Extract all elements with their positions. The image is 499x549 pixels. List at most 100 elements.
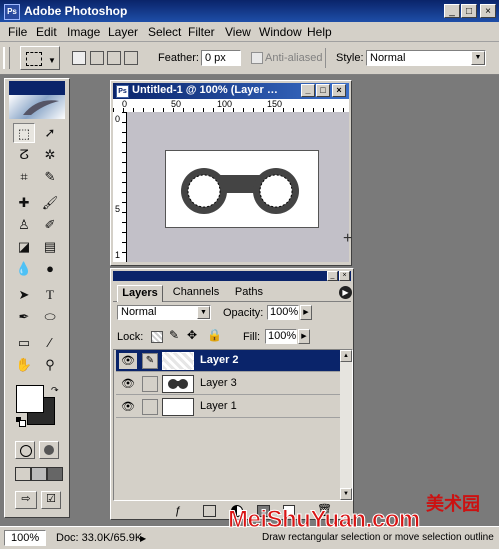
fill-slider-arrow-icon[interactable]: ▶	[298, 329, 310, 344]
quick-mask-mode-icon[interactable]	[39, 441, 59, 459]
fill-input[interactable]: 100%	[265, 329, 297, 344]
menu-file[interactable]: File	[8, 25, 27, 39]
standard-mode-icon[interactable]	[15, 441, 35, 459]
layer-row[interactable]: 👁 ✎ Layer 2	[116, 350, 342, 372]
checkbox-icon[interactable]: ☑	[41, 491, 61, 509]
toolbox-title-bar[interactable]	[9, 81, 65, 95]
menu-filter[interactable]: Filter	[188, 25, 215, 39]
pen-tool-icon[interactable]: ✒	[13, 307, 35, 327]
gradient-tool-icon[interactable]: ▤	[39, 237, 61, 257]
eyedropper-tool-icon[interactable]: ⁄	[39, 333, 61, 353]
layer-name[interactable]: Layer 3	[200, 377, 237, 389]
document-window: Ps Untitled-1 @ 100% (Layer … _ □ × 0 50…	[110, 80, 352, 266]
tab-paths[interactable]: Paths	[229, 286, 269, 300]
link-box[interactable]	[142, 376, 158, 392]
menu-view[interactable]: View	[225, 25, 251, 39]
move-tool-icon[interactable]: ➚	[39, 123, 61, 143]
palette-title-bar[interactable]: _ ×	[113, 271, 351, 281]
scroll-up-arrow-icon[interactable]: ▲	[340, 350, 352, 362]
tool-preset-picker[interactable]: ▼	[20, 46, 60, 70]
visibility-eye-icon[interactable]: 👁	[119, 376, 137, 392]
foreground-color-swatch[interactable]	[16, 385, 44, 413]
lock-transparent-icon[interactable]	[151, 331, 163, 343]
palette-minimize-button[interactable]: _	[327, 271, 338, 281]
doc-minimize-button[interactable]: _	[301, 84, 315, 97]
type-tool-icon[interactable]: T	[39, 285, 61, 305]
document-title-bar[interactable]: Ps Untitled-1 @ 100% (Layer … _ □ ×	[113, 83, 349, 99]
path-selection-tool-icon[interactable]: ➤	[13, 285, 35, 305]
healing-brush-tool-icon[interactable]: ✚	[13, 193, 35, 213]
visibility-eye-icon[interactable]: 👁	[119, 399, 137, 415]
chevron-down-icon[interactable]: ▼	[197, 306, 210, 319]
chevron-down-icon[interactable]: ▼	[471, 51, 485, 65]
magic-wand-tool-icon[interactable]: ✲	[39, 145, 61, 165]
rect-marquee-tool-icon[interactable]: ⬚	[13, 123, 35, 143]
add-mask-icon[interactable]	[203, 505, 216, 517]
menu-select[interactable]: Select	[148, 25, 181, 39]
maximize-button[interactable]: □	[461, 4, 477, 18]
notes-tool-icon[interactable]: ▭	[13, 333, 35, 353]
adobe-feather-logo[interactable]	[9, 95, 65, 119]
crop-tool-icon[interactable]: ⌗	[13, 167, 35, 187]
menu-window[interactable]: Window	[259, 25, 302, 39]
link-box[interactable]	[142, 399, 158, 415]
menu-edit[interactable]: Edit	[36, 25, 57, 39]
layer-row[interactable]: 👁 Layer 1	[116, 396, 342, 418]
new-selection-icon[interactable]	[72, 51, 86, 65]
standard-screen-icon[interactable]	[15, 467, 31, 481]
palette-close-button[interactable]: ×	[339, 271, 350, 281]
eraser-tool-icon[interactable]: ◪	[13, 237, 35, 257]
zoom-tool-icon[interactable]: ⚲	[39, 355, 61, 375]
history-brush-tool-icon[interactable]: ✐	[39, 215, 61, 235]
visibility-eye-icon[interactable]: 👁	[119, 353, 137, 369]
lock-position-icon[interactable]: ✥	[187, 328, 197, 342]
style-select[interactable]: Normal ▼	[366, 50, 486, 66]
antialiased-checkbox[interactable]	[251, 52, 263, 64]
layer-style-icon[interactable]: ƒ	[175, 505, 181, 517]
layer-name[interactable]: Layer 2	[200, 354, 239, 366]
slice-tool-icon[interactable]: ✎	[39, 167, 61, 187]
brush-tool-icon[interactable]: 🖌	[39, 193, 61, 213]
jump-to-imageready-icon[interactable]: ⇨	[15, 491, 37, 509]
layer-row[interactable]: 👁 Layer 3	[116, 373, 342, 395]
minimize-button[interactable]: _	[444, 4, 460, 18]
ellipse-tool-icon[interactable]: ⬭	[39, 307, 61, 327]
zoom-field[interactable]: 100%	[4, 530, 46, 546]
canvas-area[interactable]: +	[127, 112, 352, 262]
tab-layers[interactable]: Layers	[117, 285, 163, 302]
lasso-tool-icon[interactable]: ⵒ	[13, 145, 35, 165]
tab-channels[interactable]: Channels	[169, 286, 223, 300]
palette-menu-arrow-icon[interactable]: ▶	[339, 286, 352, 299]
full-screen-icon[interactable]	[47, 467, 63, 481]
opacity-input[interactable]: 100%	[267, 305, 299, 320]
options-grip[interactable]	[3, 47, 10, 69]
status-menu-arrow-icon[interactable]: ▶	[140, 534, 146, 543]
intersect-selection-icon[interactable]	[124, 51, 138, 65]
blur-tool-icon[interactable]: 💧	[13, 259, 35, 279]
swap-colors-icon[interactable]: ↷	[51, 385, 59, 396]
subtract-from-selection-icon[interactable]	[107, 51, 121, 65]
close-button[interactable]: ×	[480, 4, 496, 18]
doc-close-button[interactable]: ×	[332, 84, 346, 97]
menu-help[interactable]: Help	[307, 25, 332, 39]
feather-input[interactable]: 0 px	[201, 50, 241, 66]
menu-layer[interactable]: Layer	[108, 25, 138, 39]
hand-tool-icon[interactable]: ✋	[13, 355, 35, 375]
layer-name[interactable]: Layer 1	[200, 400, 237, 412]
full-screen-menu-icon[interactable]	[31, 467, 47, 481]
blend-mode-select[interactable]: Normal ▼	[117, 305, 211, 320]
layer-list-scrollbar[interactable]: ▲ ▼	[340, 350, 352, 500]
lock-image-brush-icon[interactable]: ✎	[169, 328, 179, 342]
paintbrush-icon[interactable]: ✎	[142, 353, 158, 369]
document-title: Untitled-1 @ 100% (Layer …	[132, 84, 278, 96]
add-to-selection-icon[interactable]	[90, 51, 104, 65]
canvas-document[interactable]	[165, 150, 319, 228]
opacity-slider-arrow-icon[interactable]: ▶	[300, 305, 312, 320]
menu-image[interactable]: Image	[67, 25, 100, 39]
lock-all-icon[interactable]: 🔒	[207, 328, 222, 342]
dodge-tool-icon[interactable]: ●	[39, 259, 61, 279]
doc-maximize-button[interactable]: □	[316, 84, 330, 97]
clone-stamp-tool-icon[interactable]: ♙	[13, 215, 35, 235]
default-colors-icon[interactable]	[16, 417, 26, 427]
scroll-down-arrow-icon[interactable]: ▼	[340, 488, 352, 500]
